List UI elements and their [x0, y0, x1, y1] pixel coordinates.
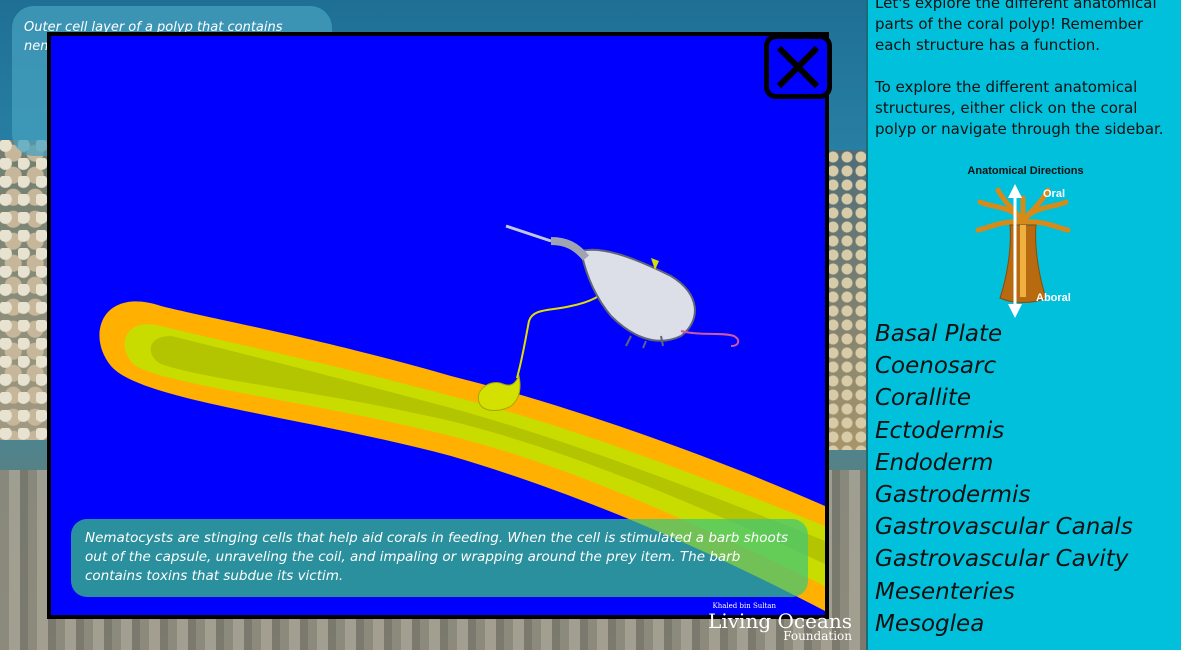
- structure-link-endoderm[interactable]: Endoderm: [875, 447, 1133, 479]
- oral-label: Oral: [1043, 188, 1066, 200]
- close-button[interactable]: [764, 34, 832, 99]
- structure-list: Basal Plate Coenosarc Corallite Ectoderm…: [875, 318, 1133, 640]
- instructions-text: To explore the different anatomical stru…: [875, 78, 1164, 138]
- anatomical-directions-title: Anatomical Directions: [967, 165, 1084, 177]
- structure-link-gastrovascular-canals[interactable]: Gastrovascular Canals: [875, 511, 1133, 543]
- sidebar: Let's explore the different anatomical p…: [866, 0, 1181, 650]
- nematocyst-modal: Nematocysts are stinging cells that help…: [47, 32, 829, 619]
- prey-copepod: [505, 224, 740, 349]
- structure-link-gastrodermis[interactable]: Gastrodermis: [875, 479, 1133, 511]
- nematocyst-caption: Nematocysts are stinging cells that help…: [71, 519, 808, 597]
- structure-link-basal-plate[interactable]: Basal Plate: [875, 318, 1133, 350]
- intro-text: Let's explore the different anatomical p…: [875, 0, 1157, 54]
- living-oceans-logo: Khaled bin Sultan Living Oceans Foundati…: [700, 598, 860, 648]
- structure-link-mesenteries[interactable]: Mesenteries: [875, 576, 1133, 608]
- structure-link-mesoglea[interactable]: Mesoglea: [875, 608, 1133, 640]
- close-x-icon: [776, 45, 820, 89]
- structure-link-ectodermis[interactable]: Ectodermis: [875, 415, 1133, 447]
- logo-sub-text: Foundation: [783, 629, 852, 643]
- coral-reef-right: [826, 150, 866, 450]
- nematocyst-thread: [516, 285, 612, 379]
- structure-link-corallite[interactable]: Corallite: [875, 382, 1133, 414]
- structure-link-gastrovascular-cavity[interactable]: Gastrovascular Cavity: [875, 543, 1133, 575]
- structure-link-coenosarc[interactable]: Coenosarc: [875, 350, 1133, 382]
- aboral-label: Aboral: [1036, 292, 1071, 304]
